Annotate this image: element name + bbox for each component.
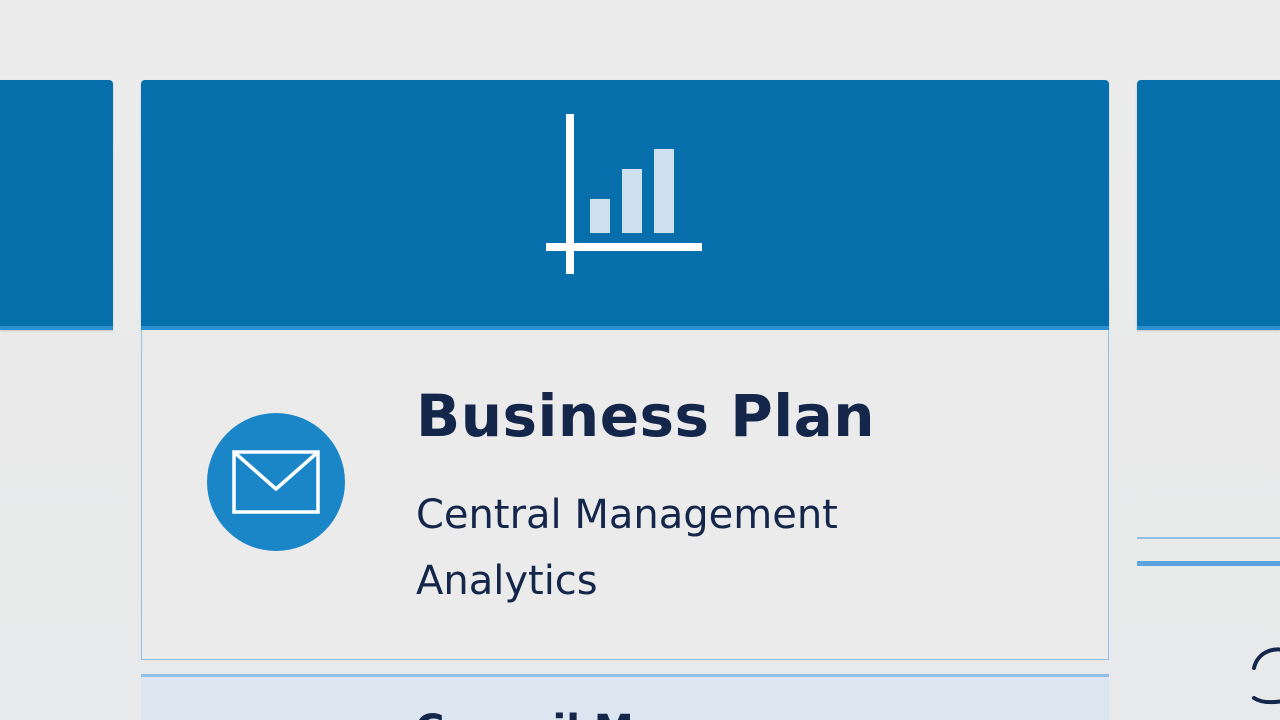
card-subtitle: Central Management <box>416 492 838 538</box>
mail-avatar[interactable] <box>207 413 345 551</box>
next-card-right[interactable] <box>1137 80 1280 330</box>
card-carousel: Business Plan Central Management Analyti… <box>0 0 1280 720</box>
business-plan-card[interactable]: Business Plan Central Management Analyti… <box>141 80 1109 660</box>
divider <box>1137 561 1280 566</box>
previous-card[interactable] <box>0 80 113 330</box>
bar-chart-icon <box>546 114 702 274</box>
next-card-below[interactable]: Council M <box>141 674 1109 720</box>
divider <box>1137 537 1280 539</box>
card-category: Analytics <box>416 558 598 604</box>
card-body: Business Plan Central Management Analyti… <box>141 330 1109 660</box>
next-card-title: Council M <box>415 707 634 720</box>
mail-icon <box>232 450 320 514</box>
card-title: Business Plan <box>416 382 876 450</box>
card-header <box>141 80 1109 330</box>
partial-icon <box>1252 647 1280 705</box>
